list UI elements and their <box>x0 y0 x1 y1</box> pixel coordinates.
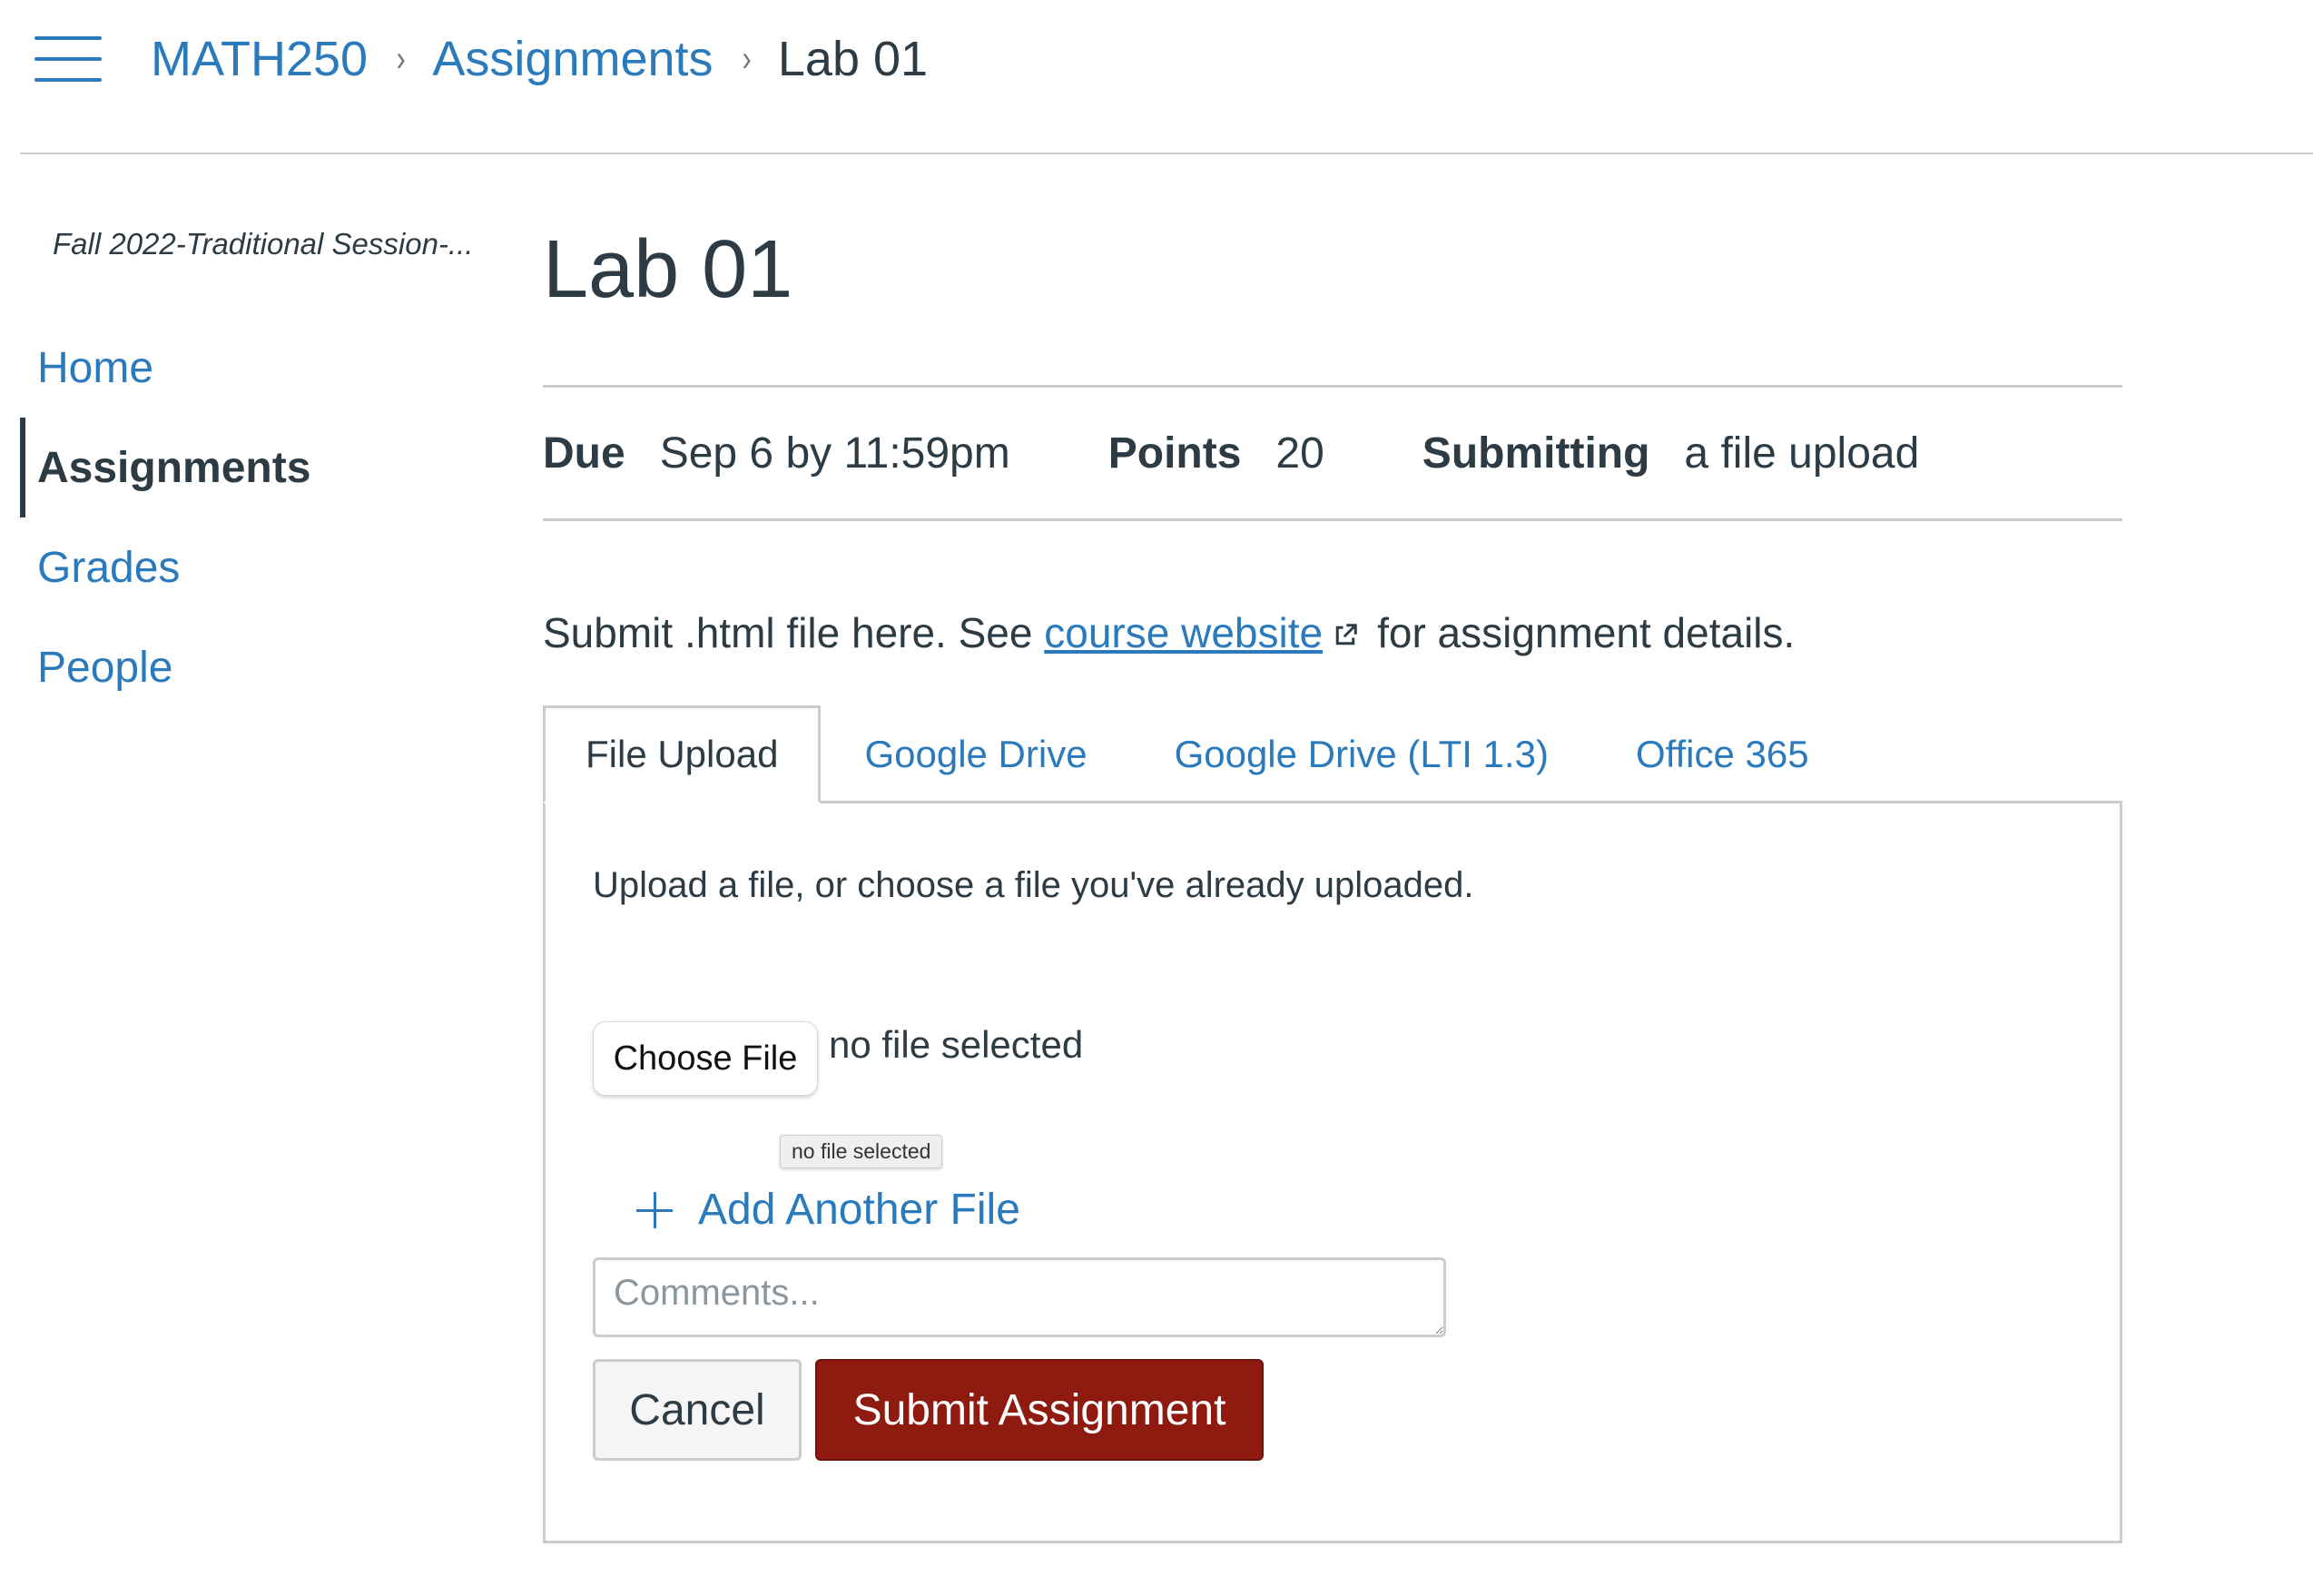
course-nav-assignments[interactable]: Assignments <box>20 418 492 517</box>
submitting-label: Submitting <box>1422 429 1650 478</box>
breadcrumb-assignments-link[interactable]: Assignments <box>432 31 713 87</box>
instructions-text-before: Submit .html file here. See <box>543 609 1033 656</box>
breadcrumb-course-link[interactable]: MATH250 <box>151 31 368 87</box>
cancel-button[interactable]: Cancel <box>593 1359 802 1461</box>
header-divider <box>20 153 2313 154</box>
menu-line <box>34 57 102 61</box>
hamburger-menu-icon[interactable] <box>34 36 102 82</box>
due-value: Sep 6 by 11:59pm <box>659 429 1010 478</box>
file-status-text: no file selected <box>829 1023 1084 1066</box>
top-header: MATH250 › Assignments › Lab 01 <box>0 0 2313 154</box>
file-tooltip: no file selected <box>780 1135 943 1168</box>
course-website-link[interactable]: course website <box>1044 609 1323 656</box>
file-input-row: Choose File no file selected <box>593 1021 1083 1096</box>
assignment-instructions: Submit .html file here. See course websi… <box>543 608 1795 657</box>
plus-icon <box>636 1191 673 1228</box>
due-label: Due <box>543 429 625 478</box>
page-title: Lab 01 <box>543 224 793 315</box>
tab-office-365[interactable]: Office 365 <box>1592 705 1853 803</box>
submission-tabs: File Upload Google Drive Google Drive (L… <box>543 705 2122 803</box>
add-another-file-link[interactable]: Add Another File <box>636 1185 1020 1235</box>
submit-assignment-button[interactable]: Submit Assignment <box>815 1359 1264 1461</box>
course-term-label: Fall 2022-Traditional Session-... <box>53 227 474 261</box>
submitting-value: a file upload <box>1684 429 1920 478</box>
canvas-assignment-page: MATH250 › Assignments › Lab 01 Fall 2022… <box>0 0 2313 1596</box>
main-content: Lab 01 Due Sep 6 by 11:59pm Points 20 Su… <box>543 218 2122 1543</box>
assignment-details: Due Sep 6 by 11:59pm Points 20 Submittin… <box>543 385 2122 521</box>
menu-line <box>34 36 102 40</box>
breadcrumb-separator-icon: › <box>396 38 406 79</box>
points-value: 20 <box>1275 429 1324 478</box>
upload-hint: Upload a file, or choose a file you've a… <box>593 865 1474 905</box>
tab-google-drive[interactable]: Google Drive <box>821 705 1130 803</box>
menu-line <box>34 78 102 82</box>
choose-file-button[interactable]: Choose File <box>593 1021 818 1096</box>
course-nav-people[interactable]: People <box>20 617 492 717</box>
tab-google-drive-lti[interactable]: Google Drive (LTI 1.3) <box>1131 705 1592 803</box>
comments-field[interactable] <box>593 1257 1446 1337</box>
breadcrumb-separator-icon: › <box>742 38 752 79</box>
file-upload-panel: Upload a file, or choose a file you've a… <box>543 801 2122 1543</box>
breadcrumb-current: Lab 01 <box>777 32 929 86</box>
add-file-label: Add Another File <box>698 1186 1020 1234</box>
course-nav-home[interactable]: Home <box>20 318 492 418</box>
external-link-icon <box>1335 624 1357 645</box>
tab-file-upload[interactable]: File Upload <box>543 705 822 803</box>
course-navigation: Home Assignments Grades People <box>20 318 492 717</box>
points-label: Points <box>1107 429 1242 478</box>
breadcrumb: MATH250 › Assignments › Lab 01 <box>151 27 928 91</box>
instructions-text-after: for assignment details. <box>1377 609 1796 656</box>
course-nav-grades[interactable]: Grades <box>20 517 492 617</box>
